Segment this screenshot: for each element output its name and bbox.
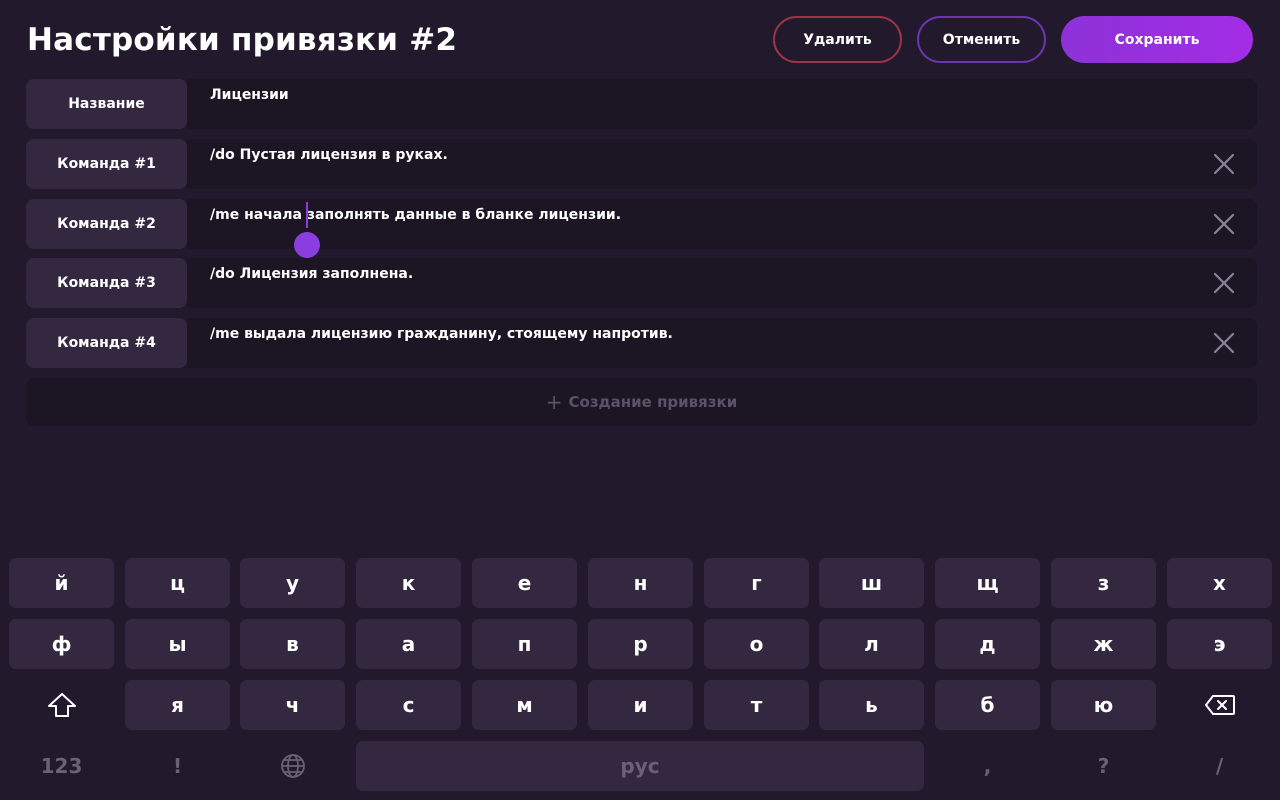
key[interactable]: ц	[125, 558, 230, 608]
page-title: Настройки привязки #2	[27, 22, 458, 58]
key[interactable]: х	[1167, 558, 1272, 608]
command-value-4: /me выдала лицензию гражданину, стоящему…	[210, 326, 673, 342]
key[interactable]: к	[356, 558, 461, 608]
key[interactable]: с	[356, 680, 461, 730]
delete-button[interactable]: Удалить	[773, 16, 902, 63]
name-row: Название Лицензии	[26, 79, 1257, 129]
key[interactable]: е	[472, 558, 577, 608]
name-value: Лицензии	[210, 87, 289, 103]
key[interactable]: э	[1167, 619, 1272, 669]
key[interactable]: з	[1051, 558, 1156, 608]
cancel-button[interactable]: Отменить	[917, 16, 1046, 63]
exclamation-key[interactable]: !	[125, 741, 230, 791]
key[interactable]: ж	[1051, 619, 1156, 669]
key[interactable]: т	[704, 680, 809, 730]
key[interactable]: у	[240, 558, 345, 608]
name-label: Название	[26, 79, 187, 129]
command-field-4[interactable]: /me выдала лицензию гражданину, стоящему…	[187, 318, 1257, 368]
comma-key[interactable]: ,	[935, 741, 1040, 791]
key[interactable]: й	[9, 558, 114, 608]
key[interactable]: б	[935, 680, 1040, 730]
key[interactable]: ь	[819, 680, 924, 730]
globe-icon	[280, 754, 305, 778]
create-binding-button[interactable]: + Создание привязки	[26, 378, 1257, 426]
binding-settings-page: Настройки привязки #2 Удалить Отменить С…	[0, 0, 1280, 800]
key[interactable]: ю	[1051, 680, 1156, 730]
cursor-handle-icon[interactable]	[294, 228, 320, 258]
command-label-2: Команда #2	[26, 199, 187, 249]
numbers-key[interactable]: 123	[9, 741, 114, 791]
key[interactable]: о	[704, 619, 809, 669]
command-label-4: Команда #4	[26, 318, 187, 368]
command-row-2: Команда #2 /me начала заполнять данные в…	[26, 199, 1257, 249]
command-row-4: Команда #4 /me выдала лицензию гражданин…	[26, 318, 1257, 368]
close-icon[interactable]	[1212, 271, 1236, 295]
space-key[interactable]: рус	[356, 741, 924, 791]
key[interactable]: п	[472, 619, 577, 669]
shift-icon	[47, 693, 76, 717]
key[interactable]: ч	[240, 680, 345, 730]
plus-icon: +	[545, 390, 563, 414]
key[interactable]: и	[588, 680, 693, 730]
shift-key[interactable]	[9, 680, 114, 730]
key[interactable]: р	[588, 619, 693, 669]
virtual-keyboard: й ц у к е н г ш щ з х ф ы в а п р о л д …	[0, 550, 1280, 800]
command-field-3[interactable]: /do Лицензия заполнена.	[187, 258, 1257, 308]
key[interactable]: н	[588, 558, 693, 608]
language-key[interactable]	[240, 741, 345, 791]
command-row-3: Команда #3 /do Лицензия заполнена.	[26, 258, 1257, 308]
close-icon[interactable]	[1212, 212, 1236, 236]
key[interactable]: м	[472, 680, 577, 730]
key[interactable]: ш	[819, 558, 924, 608]
key[interactable]: г	[704, 558, 809, 608]
command-field-2[interactable]: /me начала заполнять данные в бланке лиц…	[187, 199, 1257, 249]
key[interactable]: щ	[935, 558, 1040, 608]
save-button[interactable]: Сохранить	[1061, 16, 1253, 63]
key[interactable]: а	[356, 619, 461, 669]
name-field[interactable]: Лицензии	[187, 79, 1257, 129]
command-label-3: Команда #3	[26, 258, 187, 308]
close-icon[interactable]	[1212, 152, 1236, 176]
key[interactable]: в	[240, 619, 345, 669]
slash-key[interactable]: /	[1167, 741, 1272, 791]
question-key[interactable]: ?	[1051, 741, 1156, 791]
command-field-1[interactable]: /do Пустая лицензия в руках.	[187, 139, 1257, 189]
create-binding-label: Создание привязки	[568, 393, 738, 411]
key[interactable]: ф	[9, 619, 114, 669]
command-row-1: Команда #1 /do Пустая лицензия в руках.	[26, 139, 1257, 189]
key[interactable]: д	[935, 619, 1040, 669]
backspace-icon	[1204, 695, 1235, 715]
command-value-2: /me начала заполнять данные в бланке лиц…	[210, 207, 622, 223]
backspace-key[interactable]	[1167, 680, 1272, 730]
text-caret	[306, 202, 308, 228]
key[interactable]: л	[819, 619, 924, 669]
command-value-1: /do Пустая лицензия в руках.	[210, 147, 448, 163]
command-value-3: /do Лицензия заполнена.	[210, 266, 414, 282]
close-icon[interactable]	[1212, 331, 1236, 355]
key[interactable]: я	[125, 680, 230, 730]
command-label-1: Команда #1	[26, 139, 187, 189]
key[interactable]: ы	[125, 619, 230, 669]
